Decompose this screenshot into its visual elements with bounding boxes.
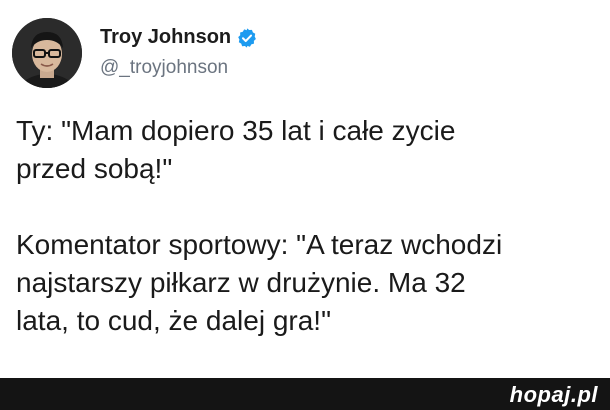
watermark-bar: hopaj.pl — [0, 378, 610, 410]
author-handle[interactable]: @_troyjohnson — [100, 57, 228, 79]
avatar[interactable] — [12, 18, 82, 88]
tweet-paragraph: Komentator sportowy: "A teraz wchodzi na… — [16, 229, 503, 336]
tweet-paragraph: Ty: "Mam dopiero 35 lat i całe zycie prz… — [16, 115, 456, 184]
author-name[interactable]: Troy Johnson — [100, 26, 258, 49]
profile-photo — [12, 18, 82, 88]
tweet-card: Troy Johnson @_troyjohnson Ty: "Mam dopi… — [0, 0, 610, 378]
verified-badge-icon — [238, 27, 257, 48]
author-name-text[interactable]: Troy Johnson — [100, 26, 231, 49]
watermark-logo[interactable]: hopaj.pl — [510, 382, 598, 408]
tweet-text: Ty: "Mam dopiero 35 lat i całe zycie prz… — [16, 112, 601, 378]
